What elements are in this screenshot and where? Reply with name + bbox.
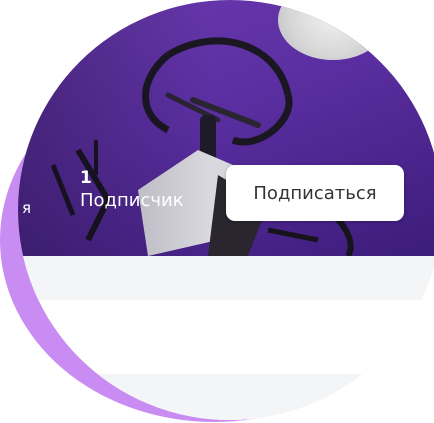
followers-stat[interactable]: 1 Подписчик [80,167,184,213]
magnified-profile-view: я 1 Подписчик Подписаться [18,0,434,420]
followers-label: Подписчик [80,190,184,211]
content-divider-bottom [18,374,434,420]
profile-content-area [18,256,434,420]
followers-count: 1 [80,168,92,188]
previous-stat-label-fragment: я [22,199,32,217]
content-divider-top [18,256,434,300]
subscribe-button[interactable]: Подписаться [226,165,404,221]
profile-cover-image: я 1 Подписчик Подписаться [18,0,434,256]
